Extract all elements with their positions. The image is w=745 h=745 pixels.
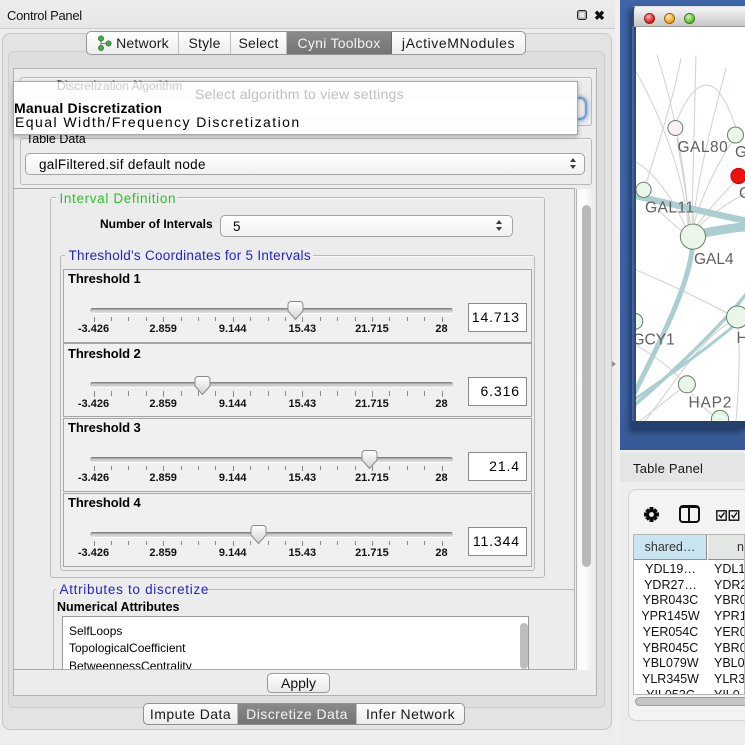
- svg-text:HI: HI: [737, 330, 745, 347]
- svg-text:GAL80: GAL80: [678, 139, 729, 156]
- svg-text:GCY1: GCY1: [636, 332, 675, 349]
- svg-text:HAP2: HAP2: [689, 395, 733, 412]
- svg-text:C: C: [739, 185, 745, 202]
- svg-text:GA: GA: [735, 144, 745, 161]
- svg-text:GAL4: GAL4: [694, 251, 734, 268]
- svg-text:GAL11: GAL11: [645, 200, 695, 217]
